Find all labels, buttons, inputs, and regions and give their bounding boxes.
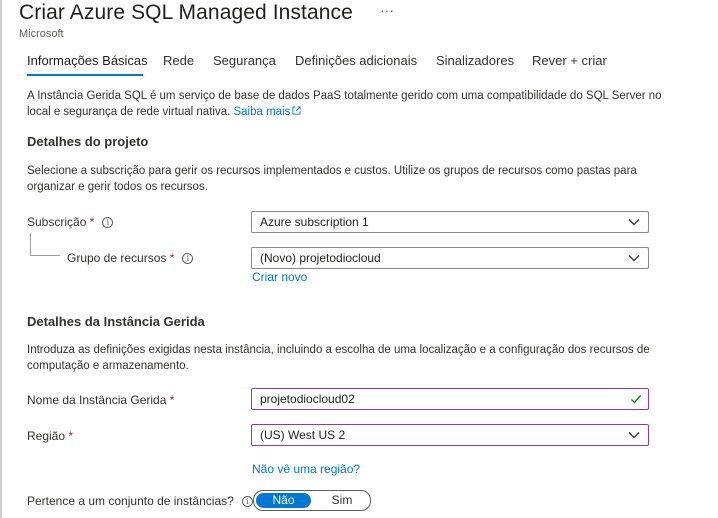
chevron-down-icon — [628, 255, 640, 262]
publisher-label: Microsoft — [19, 28, 64, 40]
tab-informacoes-basicas[interactable]: Informações Básicas — [27, 53, 148, 68]
instance-pool-toggle[interactable]: Não Sim — [253, 490, 371, 511]
toggle-option-no[interactable]: Não — [256, 493, 311, 508]
instance-pool-label: Pertence a um conjunto de instâncias? i — [27, 494, 253, 508]
resource-group-label-text: Grupo de recursos — [67, 251, 167, 265]
required-marker: * — [89, 215, 95, 229]
instance-name-input[interactable] — [252, 389, 630, 409]
tab-sinalizadores[interactable]: Sinalizadores — [436, 53, 514, 68]
checkmark-icon — [631, 395, 642, 404]
resource-group-dropdown[interactable]: (Novo) projetodiocloud — [251, 247, 649, 269]
active-tab-indicator — [27, 74, 143, 76]
instance-details-heading: Detalhes da Instância Gerida — [27, 314, 205, 329]
more-actions-button[interactable]: ··· — [380, 2, 394, 18]
subscription-label-text: Subscrição — [27, 215, 87, 229]
project-description: Selecione a subscrição para gerir os rec… — [27, 165, 637, 193]
instance-name-label-text: Nome da Instância Gerida — [27, 393, 167, 407]
tab-seguranca[interactable]: Segurança — [213, 53, 276, 68]
create-new-link[interactable]: Criar novo — [252, 270, 307, 284]
tree-connector-horizontal — [30, 255, 60, 256]
subscription-label: Subscrição * i — [27, 215, 114, 229]
info-icon[interactable]: i — [102, 217, 114, 228]
instance-name-label: Nome da Instância Gerida * — [27, 393, 174, 407]
intro-text: A Instância Gerida SQL é um serviço de b… — [27, 88, 687, 120]
region-help-link[interactable]: Não vê uma região? — [252, 462, 360, 476]
instance-name-field[interactable] — [251, 388, 649, 410]
external-link-icon — [292, 106, 301, 115]
required-marker: * — [169, 393, 175, 407]
region-value: (US) West US 2 — [260, 428, 346, 442]
intro-description: A Instância Gerida SQL é um serviço de b… — [27, 90, 662, 118]
resource-group-label: Grupo de recursos * i — [67, 251, 194, 265]
tab-definicoes-adicionais[interactable]: Definições adicionais — [295, 53, 417, 68]
required-marker: * — [169, 251, 175, 265]
tab-rede[interactable]: Rede — [163, 53, 194, 68]
chevron-down-icon — [628, 219, 640, 226]
info-icon[interactable]: i — [182, 253, 194, 264]
instance-pool-label-text: Pertence a um conjunto de instâncias? — [27, 494, 234, 508]
required-marker: * — [68, 429, 74, 443]
toggle-option-yes[interactable]: Sim — [314, 491, 370, 510]
tab-rever-criar[interactable]: Rever + criar — [532, 53, 607, 68]
region-label-text: Região — [27, 429, 66, 443]
subscription-value: Azure subscription 1 — [260, 215, 369, 229]
page-title: Criar Azure SQL Managed Instance — [19, 1, 353, 24]
learn-more-link[interactable]: Saiba mais — [233, 106, 301, 118]
region-label: Região * — [27, 429, 73, 443]
learn-more-label: Saiba mais — [233, 106, 291, 118]
project-details-heading: Detalhes do projeto — [27, 134, 149, 149]
tree-connector-vertical — [30, 233, 31, 256]
chevron-down-icon — [628, 432, 640, 439]
panel-left-border — [0, 0, 2, 518]
resource-group-value: (Novo) projetodiocloud — [260, 251, 381, 265]
info-icon[interactable]: i — [241, 496, 253, 507]
subscription-dropdown[interactable]: Azure subscription 1 — [251, 211, 649, 233]
region-dropdown[interactable]: (US) West US 2 — [251, 424, 649, 446]
instance-description: Introduza as definições exigidas nesta i… — [27, 344, 650, 372]
